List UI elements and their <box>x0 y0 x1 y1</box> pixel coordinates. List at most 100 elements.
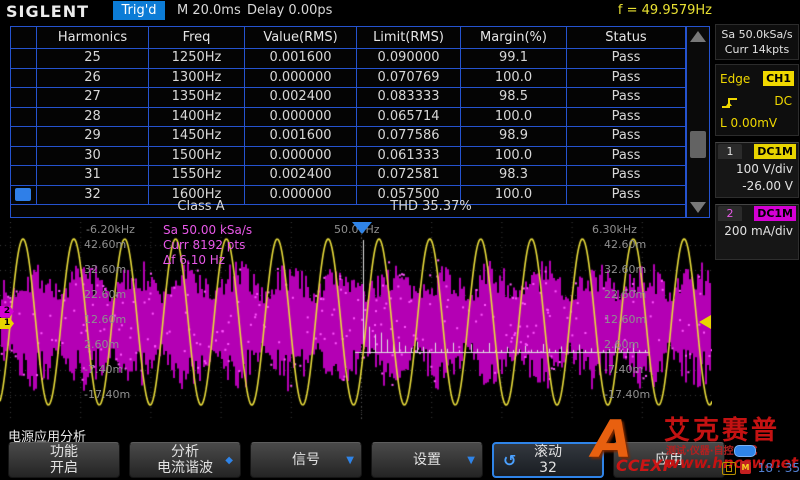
softkey-4[interactable]: 设置▼ <box>371 442 483 478</box>
harmonics-row-29[interactable]: 291450Hz0.0016000.07758698.9Pass <box>11 127 685 147</box>
channel2-coupling-badge: DC1M <box>754 206 796 221</box>
trigger-source-badge: CH1 <box>763 71 794 86</box>
freq-cell: 1350Hz <box>149 88 245 108</box>
frequency-counter: f = 49.9579Hz <box>606 3 712 18</box>
harmonics-table-header: Harmonics Freq Value(RMS) Limit(RMS) Mar… <box>11 27 685 49</box>
scale-label-right: -7.40m <box>604 363 643 376</box>
channel2-number-tab[interactable]: 2 <box>718 206 742 221</box>
trigger-position-icon[interactable] <box>352 222 372 234</box>
margin-cell: 100.0 <box>461 69 567 89</box>
freq-cell: 1550Hz <box>149 166 245 186</box>
harmonics-row-30[interactable]: 301500Hz0.0000000.061333100.0Pass <box>11 147 685 167</box>
softkey-3[interactable]: 信号▼ <box>250 442 362 478</box>
freq-cell: 1500Hz <box>149 147 245 167</box>
freq-cell: 1250Hz <box>149 49 245 69</box>
fft-acquisition-info: Sa 50.00 kSa/s Curr 8192 pts Δf 6.10 Hz <box>163 223 252 268</box>
margin-cell: 98.5 <box>461 88 567 108</box>
freq-cell: 1300Hz <box>149 69 245 89</box>
row-select-indicator <box>11 108 37 128</box>
table-scrollbar[interactable] <box>686 26 710 218</box>
value-cell: 0.001600 <box>245 127 357 147</box>
fft-delta-f: Δf 6.10 Hz <box>163 253 252 268</box>
scale-label-left: 42.60m <box>84 238 126 251</box>
row-select-indicator <box>11 49 37 69</box>
trigger-coupling-label: DC <box>774 90 792 112</box>
header-margin: Margin(%) <box>461 27 567 49</box>
status-cell: Pass <box>567 88 685 108</box>
status-cell: Pass <box>567 147 685 167</box>
harmonics-row-27[interactable]: 271350Hz0.0024000.08333398.5Pass <box>11 88 685 108</box>
fft-right-freq-label: 6.30kHz <box>592 223 637 236</box>
channel2-offset-readout <box>716 240 798 257</box>
scale-label-left: -7.40m <box>84 363 123 376</box>
margin-cell: 100.0 <box>461 147 567 167</box>
softkey-2[interactable]: 分析电流谐波◆ <box>129 442 241 478</box>
softkey-5[interactable]: ↺滚动32 <box>492 442 604 478</box>
trigger-type-label: Edge <box>720 72 750 86</box>
freq-cell: 1400Hz <box>149 108 245 128</box>
sample-rate-readout: Sa 50.0kSa/s <box>716 27 798 42</box>
scale-label-right: 12.60m <box>604 313 646 326</box>
harmonics-row-31[interactable]: 311550Hz0.0024000.07258198.3Pass <box>11 166 685 186</box>
limit-cell: 0.070769 <box>357 69 461 89</box>
channel1-scale-readout: 100 V/div <box>716 161 798 178</box>
softkey-6[interactable]: 应用 <box>613 442 725 478</box>
class-label: Class A <box>131 197 271 217</box>
trigger-status-badge: Trig'd <box>113 1 165 20</box>
limit-cell: 0.072581 <box>357 166 461 186</box>
harmonics-row-25[interactable]: 251250Hz0.0016000.09000099.1Pass <box>11 49 685 69</box>
harmonic-cell: 29 <box>37 127 149 147</box>
header-value: Value(RMS) <box>245 27 357 49</box>
header-harmonics: Harmonics <box>37 27 149 49</box>
channel1-info-box[interactable]: 1 DC1M 100 V/div -26.00 V <box>715 142 799 198</box>
scale-label-left: 12.60m <box>84 313 126 326</box>
chevron-down-icon: ▼ <box>346 455 354 466</box>
harmonic-cell: 27 <box>37 88 149 108</box>
harmonics-row-28[interactable]: 281400Hz0.0000000.065714100.0Pass <box>11 108 685 128</box>
harmonics-table: Harmonics Freq Value(RMS) Limit(RMS) Mar… <box>10 26 686 218</box>
status-cell: Pass <box>567 166 685 186</box>
chevron-down-icon: ▼ <box>467 455 475 466</box>
channel2-info-box[interactable]: 2 DC1M 200 mA/div <box>715 204 799 260</box>
status-cell: Pass <box>567 127 685 147</box>
margin-cell: 98.3 <box>461 166 567 186</box>
value-cell: 0.001600 <box>245 49 357 69</box>
harmonic-cell: 31 <box>37 166 149 186</box>
trigger-level-icon[interactable] <box>699 315 711 329</box>
scale-label-right: -17.40m <box>604 388 650 401</box>
scrollbar-thumb[interactable] <box>690 131 706 158</box>
status-cell: Pass <box>567 69 685 89</box>
row-select-indicator <box>11 127 37 147</box>
status-corner: M 18 : 35 <box>720 458 800 478</box>
timebase-readout: M 20.0ms <box>177 3 241 18</box>
delay-readout: Delay 0.00ps <box>247 3 332 18</box>
harmonic-cell: 25 <box>37 49 149 69</box>
scroll-up-icon[interactable] <box>690 31 706 42</box>
softkey-label: 功能开启 <box>50 444 78 476</box>
trigger-info-box[interactable]: Edge CH1 DC L 0.00mV <box>715 64 799 136</box>
scale-label-left: -17.40m <box>84 388 130 401</box>
usb-icon <box>722 462 736 475</box>
updown-icon: ◆ <box>225 455 233 466</box>
siglent-logo: SIGLENT <box>6 2 89 21</box>
harmonics-row-26[interactable]: 261300Hz0.0000000.070769100.0Pass <box>11 69 685 89</box>
softkey-menu: 功能开启 分析电流谐波◆信号▼设置▼↺滚动32应用 <box>8 442 800 478</box>
limit-cell: 0.077586 <box>357 127 461 147</box>
header-limit: Limit(RMS) <box>357 27 461 49</box>
harmonic-cell: 26 <box>37 69 149 89</box>
value-cell: 0.000000 <box>245 69 357 89</box>
storage-icon: M <box>740 461 751 474</box>
scale-label-left: 2.60m <box>84 338 119 351</box>
channel1-number-tab[interactable]: 1 <box>718 144 742 159</box>
acquisition-info-box[interactable]: Sa 50.0kSa/s Curr 14kpts <box>715 24 799 60</box>
softkey-label: 滚动32 <box>534 444 562 476</box>
value-cell: 0.002400 <box>245 88 357 108</box>
softkey-1[interactable]: 功能开启 <box>8 442 120 478</box>
value-cell: 0.000000 <box>245 147 357 167</box>
freq-cell: 1450Hz <box>149 127 245 147</box>
fft-sample-rate: Sa 50.00 kSa/s <box>163 223 252 238</box>
status-cell: Pass <box>567 108 685 128</box>
scroll-down-icon[interactable] <box>690 202 706 213</box>
clock-readout: 18 : 35 <box>758 461 800 475</box>
harmonic-cell: 28 <box>37 108 149 128</box>
